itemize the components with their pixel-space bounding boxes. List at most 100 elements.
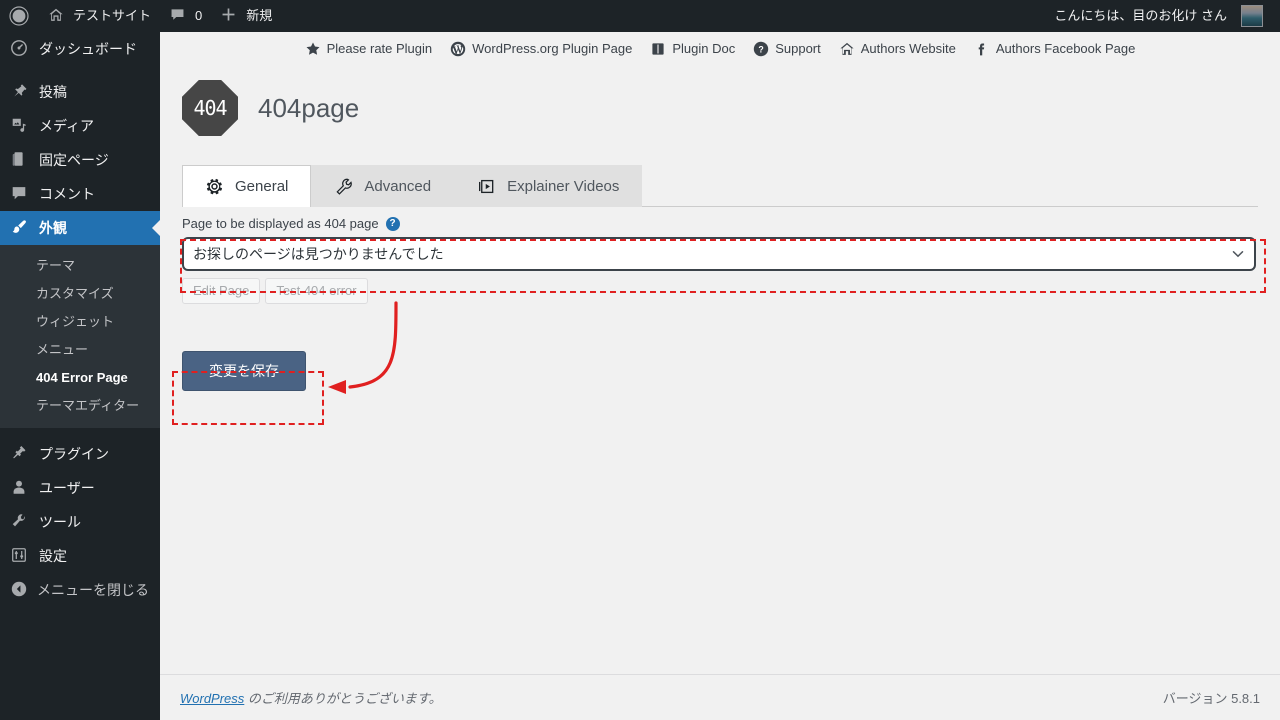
sidebar-item-customize[interactable]: カスタマイズ [0, 280, 160, 308]
dashboard-icon [10, 39, 30, 59]
sidebar-item-users[interactable]: ユーザー [0, 471, 160, 505]
tab-label: General [235, 178, 288, 195]
404-logo-icon: 404 [182, 80, 238, 136]
plugin-link-rate[interactable]: Please rate Plugin [296, 41, 442, 57]
video-play-icon [477, 177, 497, 197]
star-icon [305, 41, 321, 57]
plugin-icon [10, 444, 30, 464]
sidebar-item-appearance[interactable]: 外観 [0, 211, 160, 245]
plugin-link-label: Support [775, 41, 821, 56]
sidebar-item-themes[interactable]: テーマ [0, 252, 160, 280]
wrench-icon [334, 177, 354, 197]
sidebar-item-404-error-page[interactable]: 404 Error Page [0, 364, 160, 392]
admin-bar-comments[interactable]: 0 [160, 0, 211, 32]
comment-bubble-icon [169, 6, 189, 26]
appearance-brush-icon [10, 218, 30, 238]
avatar [1241, 5, 1263, 27]
sidebar-label: 投稿 [39, 75, 67, 109]
page-select-label: Page to be displayed as 404 page [182, 216, 379, 231]
sidebar-item-settings[interactable]: 設定 [0, 539, 160, 573]
page-select-wrapper: お探しのページは見つかりませんでした [182, 237, 1256, 271]
plugin-link-label: Please rate Plugin [327, 41, 433, 56]
sidebar-item-comments[interactable]: コメント [0, 177, 160, 211]
sidebar-item-tools[interactable]: ツール [0, 505, 160, 539]
tab-label: Explainer Videos [507, 178, 619, 195]
tab-general[interactable]: General [182, 165, 311, 207]
test-404-error-button[interactable]: Test 404 error [265, 278, 367, 304]
admin-bar: テストサイト 0 新規 こんにちは、目のお化け さん [0, 0, 1280, 32]
plugin-link-support[interactable]: ? Support [744, 41, 830, 57]
svg-text:?: ? [759, 44, 764, 54]
plugin-link-authors-facebook[interactable]: Authors Facebook Page [965, 41, 1144, 57]
comment-icon [10, 184, 30, 204]
settings-sliders-icon [10, 546, 30, 566]
footer-thanks-rest: のご利用ありがとうございます。 [244, 691, 441, 706]
admin-bar-site-name[interactable]: テストサイト [38, 0, 160, 32]
sidebar-label: メディア [39, 109, 94, 143]
sidebar-label: 固定ページ [39, 143, 109, 177]
sidebar-label: ツール [39, 505, 81, 539]
facebook-icon [974, 41, 990, 57]
sidebar-item-media[interactable]: メディア [0, 109, 160, 143]
tab-advanced[interactable]: Advanced [311, 165, 454, 207]
footer-thanks: WordPress のご利用ありがとうございます。 [180, 688, 442, 707]
user-icon [10, 478, 30, 498]
admin-bar-wp-logo[interactable] [0, 0, 38, 32]
general-settings-form: Page to be displayed as 404 page ? お探しのペ… [160, 207, 1280, 391]
book-icon [650, 41, 666, 57]
edit-page-button[interactable]: Edit Page [182, 278, 260, 304]
gear-icon [205, 177, 225, 197]
page-title: 404page [258, 93, 359, 124]
sidebar-item-menus[interactable]: メニュー [0, 336, 160, 364]
home-icon [839, 41, 855, 57]
collapse-arrow-icon [10, 580, 28, 601]
footer-version: バージョン 5.8.1 [1163, 688, 1260, 707]
plugin-link-doc[interactable]: Plugin Doc [641, 41, 744, 57]
main-content: Please rate Plugin WordPress.org Plugin … [160, 32, 1280, 720]
sidebar-label: ユーザー [39, 471, 95, 505]
admin-bar-my-account[interactable]: こんにちは、目のお化け さん [1045, 0, 1272, 32]
plugin-link-label: WordPress.org Plugin Page [472, 41, 632, 56]
sidebar-label: 外観 [39, 211, 67, 245]
sidebar-item-posts[interactable]: 投稿 [0, 75, 160, 109]
tab-label: Advanced [364, 178, 431, 195]
page-select-label-row: Page to be displayed as 404 page ? [182, 207, 1280, 231]
sidebar-item-theme-editor[interactable]: テーマエディター [0, 392, 160, 420]
appearance-submenu: テーマ カスタマイズ ウィジェット メニュー 404 Error Page テー… [0, 245, 160, 428]
wordpress-link[interactable]: WordPress [180, 691, 244, 706]
tab-explainer-videos[interactable]: Explainer Videos [454, 165, 642, 207]
plus-icon [220, 6, 240, 26]
sidebar-item-dashboard[interactable]: ダッシュボード [0, 32, 160, 66]
admin-bar-new[interactable]: 新規 [211, 0, 281, 32]
comments-count: 0 [195, 0, 202, 32]
collapse-menu-button[interactable]: メニューを閉じる [0, 573, 160, 607]
admin-bar-left: テストサイト 0 新規 [0, 0, 281, 32]
save-changes-button[interactable]: 変更を保存 [182, 351, 306, 391]
help-icon[interactable]: ? [386, 217, 400, 231]
plugin-link-label: Authors Website [861, 41, 956, 56]
sidebar-divider [0, 428, 160, 437]
plugin-brand-header: 404 404page [160, 58, 1280, 136]
settings-tabs: General Advanced Explainer Videos [182, 163, 1258, 207]
greeting-label: こんにちは、目のお化け さん [1054, 0, 1227, 32]
home-icon [47, 6, 67, 26]
plugin-link-authors-website[interactable]: Authors Website [830, 41, 965, 57]
sidebar-label: 設定 [39, 539, 67, 573]
sidebar-item-pages[interactable]: 固定ページ [0, 143, 160, 177]
admin-bar-right: こんにちは、目のお化け さん [1045, 0, 1280, 32]
plugin-links-bar: Please rate Plugin WordPress.org Plugin … [160, 32, 1280, 58]
plugin-link-label: Authors Facebook Page [996, 41, 1135, 56]
sidebar-item-widgets[interactable]: ウィジェット [0, 308, 160, 336]
sidebar-item-plugins[interactable]: プラグイン [0, 437, 160, 471]
page-select[interactable]: お探しのページは見つかりませんでした [182, 237, 1256, 271]
wordpress-logo-icon [450, 41, 466, 57]
404-logo-text: 404 [193, 96, 226, 120]
new-label: 新規 [246, 0, 272, 32]
page-icon [10, 150, 30, 170]
page-action-buttons: Edit Page Test 404 error [182, 278, 1280, 304]
sidebar-divider [0, 66, 160, 75]
sidebar-label: ダッシュボード [39, 32, 137, 66]
plugin-link-wporg[interactable]: WordPress.org Plugin Page [441, 41, 641, 57]
save-button-wrapper: 変更を保存 [182, 351, 1280, 391]
plugin-link-label: Plugin Doc [672, 41, 735, 56]
